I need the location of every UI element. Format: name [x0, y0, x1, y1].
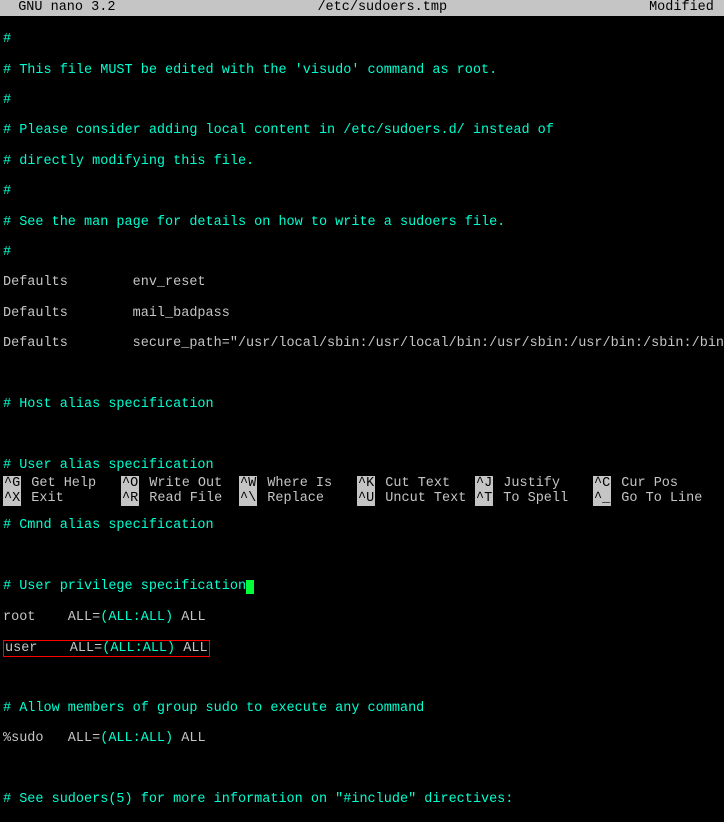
- shortcut-key: ^J: [475, 476, 493, 491]
- file-line: #: [3, 245, 721, 260]
- shortcut-key: ^K: [357, 476, 375, 491]
- shortcut-item[interactable]: ^W Where Is: [239, 476, 357, 491]
- shortcut-desc: Cut Text: [375, 476, 450, 491]
- shortcut-item[interactable]: ^J Justify: [475, 476, 593, 491]
- file-line: Defaults secure_path="/usr/local/sbin:/u…: [3, 336, 721, 351]
- shortcut-key: ^R: [121, 491, 139, 506]
- shortcut-desc: Read File: [139, 491, 222, 506]
- file-line: # Allow members of group sudo to execute…: [3, 701, 721, 716]
- shortcut-item[interactable]: ^_ Go To Line: [593, 491, 711, 506]
- shortcut-row: ^G Get Help^O Write Out^W Where Is^K Cut…: [3, 476, 721, 491]
- shortcut-key: ^W: [239, 476, 257, 491]
- file-line: #: [3, 184, 721, 199]
- shortcut-key: ^X: [3, 491, 21, 506]
- shortcut-desc: Justify: [493, 476, 560, 491]
- file-line: [3, 367, 721, 382]
- file-line: [3, 427, 721, 442]
- shortcut-desc: Go To Line: [611, 491, 702, 506]
- highlighted-line: user ALL=(ALL:ALL) ALL: [3, 640, 210, 657]
- shortcut-desc: Exit: [21, 491, 64, 506]
- file-path: /etc/sudoers.tmp: [317, 0, 447, 15]
- file-line: # Cmnd alias specification: [3, 518, 721, 533]
- shortcut-item[interactable]: ^C Cur Pos: [593, 476, 711, 491]
- file-line: #: [3, 93, 721, 108]
- file-line: # Please consider adding local content i…: [3, 123, 721, 138]
- shortcut-desc: Cur Pos: [611, 476, 678, 491]
- shortcut-item[interactable]: ^\ Replace: [239, 491, 357, 506]
- shortcut-desc: Write Out: [139, 476, 222, 491]
- shortcut-desc: Replace: [257, 491, 324, 506]
- file-line: # directly modifying this file.: [3, 154, 721, 169]
- shortcut-item[interactable]: ^O Write Out: [121, 476, 239, 491]
- shortcut-key: ^O: [121, 476, 139, 491]
- file-line: root ALL=(ALL:ALL) ALL: [3, 610, 721, 625]
- shortcut-desc: Where Is: [257, 476, 332, 491]
- shortcut-key: ^U: [357, 491, 375, 506]
- file-line: Defaults env_reset: [3, 275, 721, 290]
- file-line: Defaults mail_badpass: [3, 306, 721, 321]
- file-line: user ALL=(ALL:ALL) ALL: [3, 640, 721, 655]
- shortcut-item[interactable]: ^G Get Help: [3, 476, 121, 491]
- file-line: # This file MUST be edited with the 'vis…: [3, 63, 721, 78]
- file-line: # See sudoers(5) for more information on…: [3, 792, 721, 807]
- title-bar: GNU nano 3.2 /etc/sudoers.tmp Modified: [0, 0, 724, 16]
- shortcut-key: ^C: [593, 476, 611, 491]
- app-name: GNU nano 3.2: [2, 0, 115, 15]
- file-line: # User privilege specification: [3, 579, 721, 594]
- file-line: # User alias specification: [3, 458, 721, 473]
- shortcut-desc: Get Help: [21, 476, 96, 491]
- file-line: %sudo ALL=(ALL:ALL) ALL: [3, 731, 721, 746]
- shortcut-item[interactable]: ^U Uncut Text: [357, 491, 475, 506]
- shortcut-item[interactable]: ^K Cut Text: [357, 476, 475, 491]
- shortcut-item[interactable]: ^R Read File: [121, 491, 239, 506]
- modified-indicator: Modified: [649, 0, 722, 15]
- shortcut-row: ^X Exit^R Read File^\ Replace^U Uncut Te…: [3, 491, 721, 506]
- file-line: [3, 670, 721, 685]
- shortcut-key: ^\: [239, 491, 257, 506]
- shortcut-bar: ^G Get Help^O Write Out^W Where Is^K Cut…: [3, 476, 721, 506]
- shortcut-desc: Uncut Text: [375, 491, 466, 506]
- shortcut-item[interactable]: ^T To Spell: [475, 491, 593, 506]
- cursor: [246, 580, 254, 594]
- file-line: # Host alias specification: [3, 397, 721, 412]
- shortcut-key: ^G: [3, 476, 21, 491]
- file-line: # See the man page for details on how to…: [3, 215, 721, 230]
- shortcut-desc: To Spell: [493, 491, 568, 506]
- file-line: [3, 549, 721, 564]
- editor-area[interactable]: # # This file MUST be edited with the 'v…: [0, 16, 724, 822]
- file-line: #: [3, 32, 721, 47]
- shortcut-item[interactable]: ^X Exit: [3, 491, 121, 506]
- shortcut-key: ^T: [475, 491, 493, 506]
- shortcut-key: ^_: [593, 491, 611, 506]
- file-line: [3, 762, 721, 777]
